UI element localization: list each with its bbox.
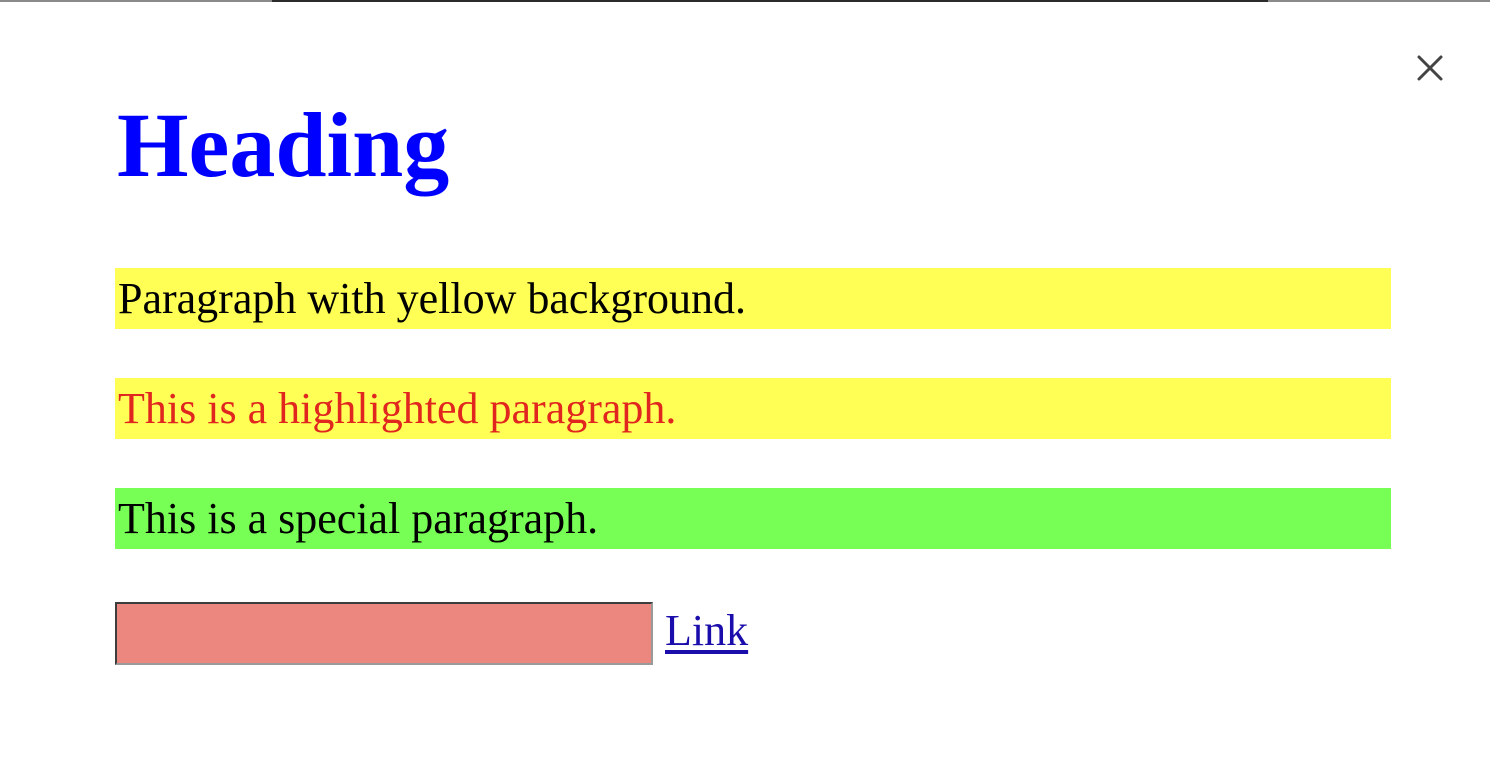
highlighted-paragraph-text: This is a highlighted paragraph.	[118, 384, 677, 433]
special-paragraph-text: This is a special paragraph.	[118, 494, 599, 543]
special-paragraph: This is a special paragraph.	[115, 488, 1391, 549]
link[interactable]: Link	[665, 600, 748, 661]
highlighted-paragraph: This is a highlighted paragraph.	[115, 378, 1391, 439]
yellow-paragraph-text: Paragraph with yellow background.	[118, 274, 747, 323]
yellow-paragraph: Paragraph with yellow background.	[115, 268, 1391, 329]
dialog: Heading Paragraph with yellow background…	[0, 2, 1490, 768]
text-input[interactable]	[115, 602, 653, 665]
close-icon[interactable]	[1410, 48, 1450, 88]
page-heading: Heading	[117, 94, 450, 196]
